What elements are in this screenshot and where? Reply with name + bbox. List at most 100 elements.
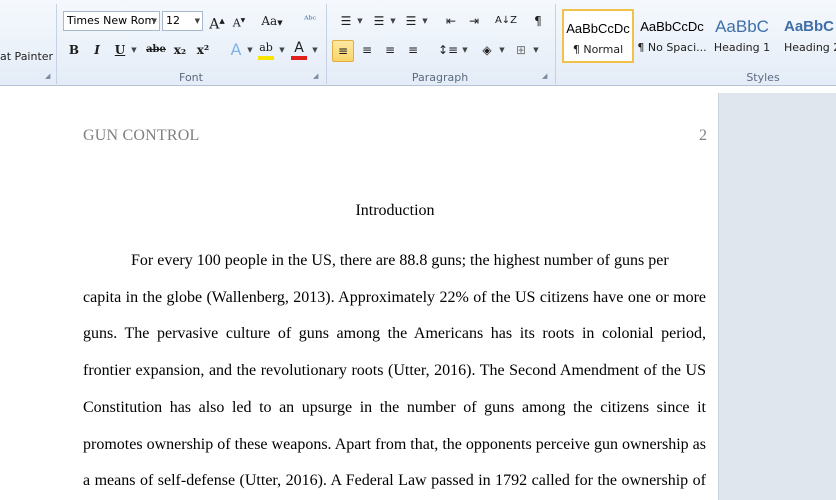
font-dialog-launcher-icon[interactable]: ◢ [313,73,321,81]
change-case-icon: Aa [261,14,278,28]
align-center-icon: ≡ [361,43,373,57]
multilevel-list-button[interactable]: ☰ [401,11,421,31]
underline-icon: U [114,43,126,57]
paragraph-line: For every 100 people in the US, there ar… [131,252,669,269]
center-button[interactable]: ≡ [357,40,377,60]
document-background-pane [718,93,836,500]
style-sample: AaBbCcDc [566,21,630,36]
paint-bucket-icon: ◈ [482,43,492,57]
text-effects-button[interactable]: A [226,40,246,60]
paragraph-group-label: Paragraph [411,71,469,84]
borders-dropdown-icon[interactable]: ▼ [532,40,540,60]
align-left-icon: ≡ [337,44,349,58]
paragraph-line: guns. The pervasive culture of guns amon… [83,325,706,342]
grow-font-button[interactable]: A▲ [207,11,227,33]
line-spacing-button[interactable]: ↕≡ [436,40,460,60]
font-size-value: 12 [166,14,180,27]
font-color-dropdown-icon[interactable]: ▼ [311,40,319,60]
shading-button[interactable]: ◈ [477,40,497,60]
increase-indent-button[interactable]: ⇥ [464,11,484,31]
clear-formatting-icon: ᴬᵇᶜ [303,15,316,26]
italic-button[interactable]: I [87,40,107,60]
style-name: Heading 2 [784,41,836,54]
numbering-dropdown-icon[interactable]: ▼ [389,11,397,31]
align-right-icon: ≡ [384,43,396,57]
paragraph-line: Constitution has also led to an upsurge … [83,399,706,416]
bold-button[interactable]: B [64,40,84,60]
paragraph-line: a means of self-defense (Utter, 2016). A… [83,472,706,489]
increase-indent-icon: ⇥ [468,14,480,28]
line-spacing-icon: ↕≡ [437,43,459,57]
justify-button[interactable]: ≡ [403,40,423,60]
line-spacing-dropdown-icon[interactable]: ▼ [461,40,469,60]
paragraph-line: promotes ownership of these weapons. Apa… [83,436,706,453]
text-effects-dropdown-icon[interactable]: ▼ [246,40,254,60]
style-name: ¶ Normal [572,43,624,56]
justify-icon: ≡ [407,43,419,57]
align-right-button[interactable]: ≡ [380,40,400,60]
shrink-font-icon: A [232,16,241,30]
show-formatting-marks-button[interactable]: ¶ [528,11,548,31]
superscript-icon: x² [196,43,210,57]
superscript-button[interactable]: x² [193,40,213,60]
numbering-button[interactable]: ☰ [369,11,389,31]
shading-dropdown-icon[interactable]: ▼ [498,40,506,60]
format-painter-button[interactable]: at Painter [0,50,53,63]
paragraph-line: frontier expansion, and the revolutionar… [83,362,706,379]
styles-group-label: Styles [746,71,780,84]
align-left-button[interactable]: ≡ [332,40,354,62]
italic-icon: I [94,43,100,57]
page-number: 2 [699,127,707,144]
chevron-down-icon: ▼ [151,17,157,25]
style-sample: AaBbC [715,17,769,36]
style-heading-1[interactable]: AaBbC Heading 1 [706,9,778,63]
bullets-icon: ☰ [340,14,352,28]
highlighter-icon: ab [259,41,273,54]
paragraph-line: capita in the globe (Wallenberg, 2013). … [83,289,706,306]
font-group-label: Font [179,71,203,84]
borders-icon: ⊞ [515,43,527,57]
bullets-dropdown-icon[interactable]: ▼ [356,11,364,31]
borders-button[interactable]: ⊞ [511,40,531,60]
style-heading-2[interactable]: AaBbC Heading 2 [778,9,836,63]
highlight-button[interactable]: ab [256,40,276,60]
ribbon: at Painter ◢ Times New Rom ▼ 12 ▼ A▲ A▼ … [0,0,836,86]
change-case-button[interactable]: Aa▼ [259,11,285,31]
style-sample: AaBbC [784,18,835,35]
font-size-combo[interactable]: 12 ▼ [162,11,203,31]
underline-dropdown-icon[interactable]: ▼ [130,40,138,60]
pilcrow-icon: ¶ [534,14,542,28]
clipboard-dialog-launcher-icon[interactable]: ◢ [45,73,53,81]
multilevel-dropdown-icon[interactable]: ▼ [421,11,429,31]
style-sample: AaBbCcDc [640,19,704,34]
running-head: GUN CONTROL [83,127,200,144]
bullets-button[interactable]: ☰ [336,11,356,31]
underline-button[interactable]: U [110,40,130,60]
grow-font-icon: A [209,16,220,33]
chevron-down-icon: ▼ [194,17,200,25]
numbering-icon: ☰ [373,14,385,28]
font-name-combo[interactable]: Times New Rom ▼ [63,11,160,31]
font-color-button[interactable]: A [289,40,309,60]
shrink-font-button[interactable]: A▼ [229,11,249,31]
document-page[interactable]: GUN CONTROL 2 Introduction For every 100… [0,93,718,500]
multilevel-list-icon: ☰ [405,14,417,28]
sort-button[interactable]: A↓Z [494,11,518,31]
font-color-bar [291,56,307,60]
style-normal[interactable]: AaBbCcDc ¶ Normal [562,9,634,63]
highlight-dropdown-icon[interactable]: ▼ [278,40,286,60]
font-name-value: Times New Rom [67,14,156,27]
style-no-spacing[interactable]: AaBbCcDc ¶ No Spaci... [636,9,708,63]
decrease-indent-button[interactable]: ⇤ [441,11,461,31]
strikethrough-icon: abe [146,44,166,55]
font-color-icon: A [294,40,304,56]
format-painter-label: at Painter [0,50,54,63]
style-name: Heading 1 [713,41,771,54]
text-effects-icon: A [230,40,242,59]
paragraph-dialog-launcher-icon[interactable]: ◢ [542,73,550,81]
subscript-button[interactable]: x₂ [170,40,190,60]
highlight-color-bar [258,56,274,60]
strikethrough-button[interactable]: abe [144,40,168,60]
group-divider [555,4,556,84]
clear-formatting-button[interactable]: ᴬᵇᶜ [300,11,320,31]
